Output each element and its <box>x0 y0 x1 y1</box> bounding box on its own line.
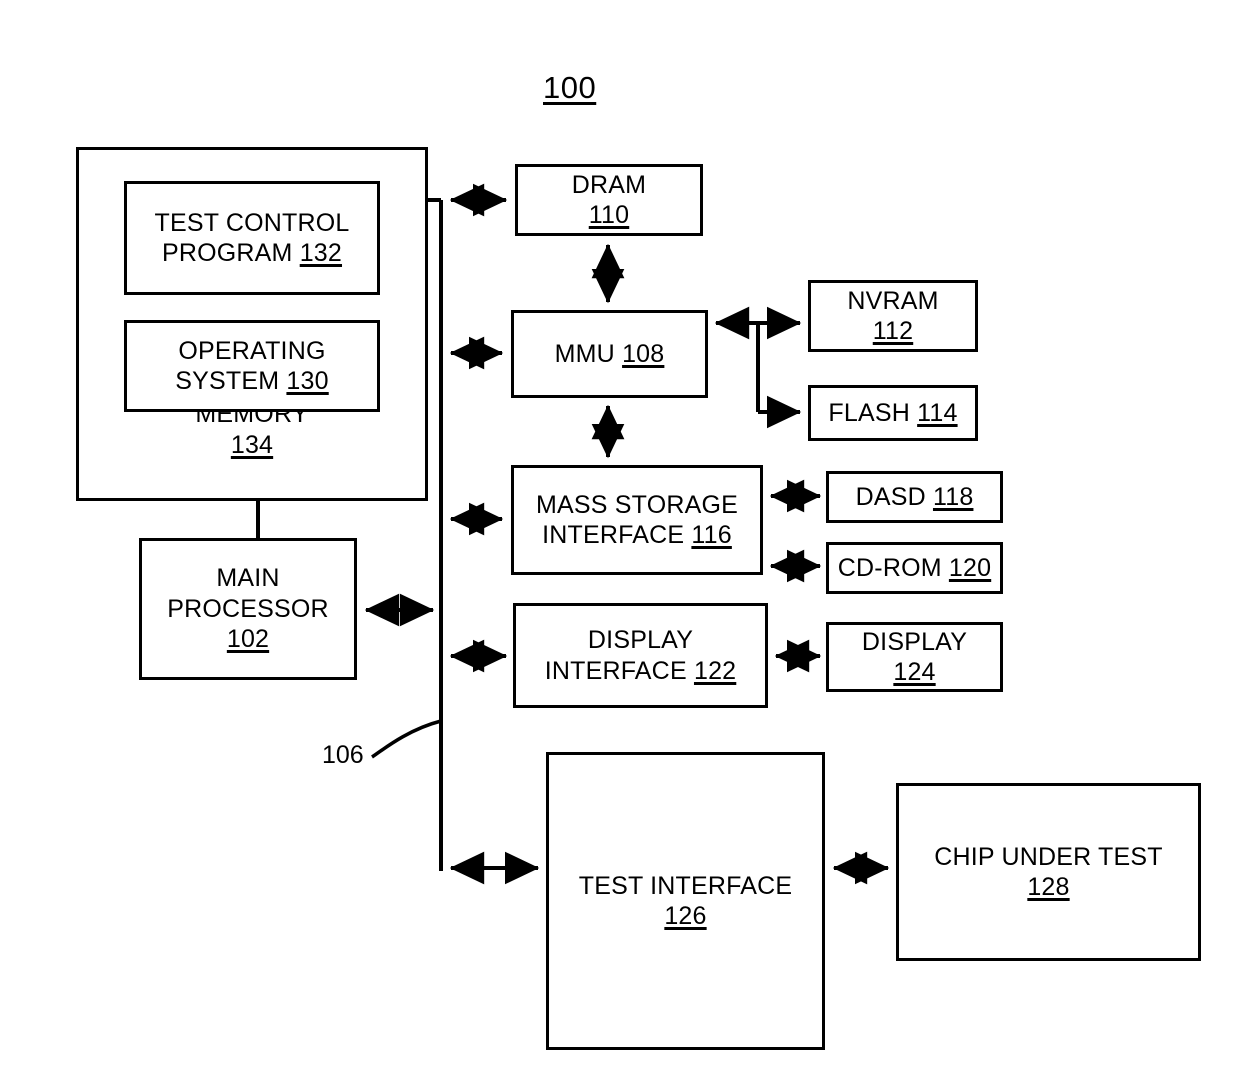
operating-system-label: OPERATING SYSTEM 130 <box>169 336 334 397</box>
mass-storage-interface-ref: 116 <box>691 521 732 549</box>
main-processor-title: MAIN PROCESSOR <box>167 564 329 623</box>
flash-title: FLASH <box>828 398 918 427</box>
test-control-program-label: TEST CONTROL PROGRAM 132 <box>148 208 355 269</box>
mmu-ref: 108 <box>622 339 665 368</box>
chip-under-test-block: CHIP UNDER TEST 128 <box>896 783 1201 961</box>
test-control-program-ref: 132 <box>299 239 343 267</box>
memory-ref: 134 <box>230 430 274 459</box>
dasd-title: DASD <box>855 482 933 511</box>
operating-system-block: OPERATING SYSTEM 130 <box>124 320 380 412</box>
mmu-title: MMU <box>554 339 623 368</box>
main-processor-ref: 102 <box>226 625 270 654</box>
dasd-label: DASD 118 <box>850 482 980 513</box>
figure-canvas: 100 106 MEMORY 134 TEST CONTROL PROGRAM … <box>0 0 1240 1074</box>
cdrom-title: CD-ROM <box>837 553 949 582</box>
test-control-program-block: TEST CONTROL PROGRAM 132 <box>124 181 380 295</box>
dram-block: DRAM 110 <box>515 164 703 236</box>
mass-storage-interface-block: MASS STORAGE INTERFACE 116 <box>511 465 763 575</box>
mass-storage-interface-label: MASS STORAGE INTERFACE 116 <box>530 490 744 551</box>
main-processor-label: MAIN PROCESSOR 102 <box>161 563 335 655</box>
nvram-label: NVRAM 112 <box>841 286 944 347</box>
mmu-label: MMU 108 <box>549 339 671 370</box>
chip-under-test-title: CHIP UNDER TEST <box>934 842 1163 871</box>
bus-reference-label: 106 <box>322 741 364 769</box>
display-ref: 124 <box>893 658 936 686</box>
display-interface-title: DISPLAY INTERFACE <box>544 626 694 685</box>
cdrom-block: CD-ROM 120 <box>826 542 1003 594</box>
display-label: DISPLAY 124 <box>856 627 973 688</box>
bus-leader-line <box>371 719 442 759</box>
display-block: DISPLAY 124 <box>826 622 1003 692</box>
dram-title: DRAM <box>571 170 647 199</box>
dram-label: DRAM 110 <box>566 170 652 231</box>
chip-under-test-label: CHIP UNDER TEST 128 <box>928 842 1169 903</box>
test-interface-label: TEST INTERFACE 126 <box>573 871 798 932</box>
flash-block: FLASH 114 <box>808 385 978 441</box>
test-interface-title: TEST INTERFACE <box>578 871 793 900</box>
cdrom-label: CD-ROM 120 <box>832 553 997 584</box>
display-interface-ref: 122 <box>693 656 737 685</box>
nvram-ref: 112 <box>872 317 914 345</box>
display-title: DISPLAY <box>861 627 968 656</box>
nvram-block: NVRAM 112 <box>808 280 978 352</box>
main-processor-block: MAIN PROCESSOR 102 <box>139 538 357 680</box>
test-interface-block: TEST INTERFACE 126 <box>546 752 825 1050</box>
operating-system-ref: 130 <box>286 367 329 395</box>
dasd-block: DASD 118 <box>826 471 1003 523</box>
dram-ref: 110 <box>588 201 630 229</box>
figure-number: 100 <box>543 70 597 105</box>
cdrom-ref: 120 <box>948 553 992 582</box>
flash-ref: 114 <box>917 398 958 427</box>
display-interface-label: DISPLAY INTERFACE 122 <box>539 625 743 686</box>
dasd-ref: 118 <box>932 482 974 511</box>
test-interface-ref: 126 <box>664 902 707 930</box>
mmu-block: MMU 108 <box>511 310 708 398</box>
flash-label: FLASH 114 <box>822 398 963 429</box>
nvram-title: NVRAM <box>847 286 939 315</box>
display-interface-block: DISPLAY INTERFACE 122 <box>513 603 768 708</box>
chip-under-test-ref: 128 <box>1027 873 1070 901</box>
